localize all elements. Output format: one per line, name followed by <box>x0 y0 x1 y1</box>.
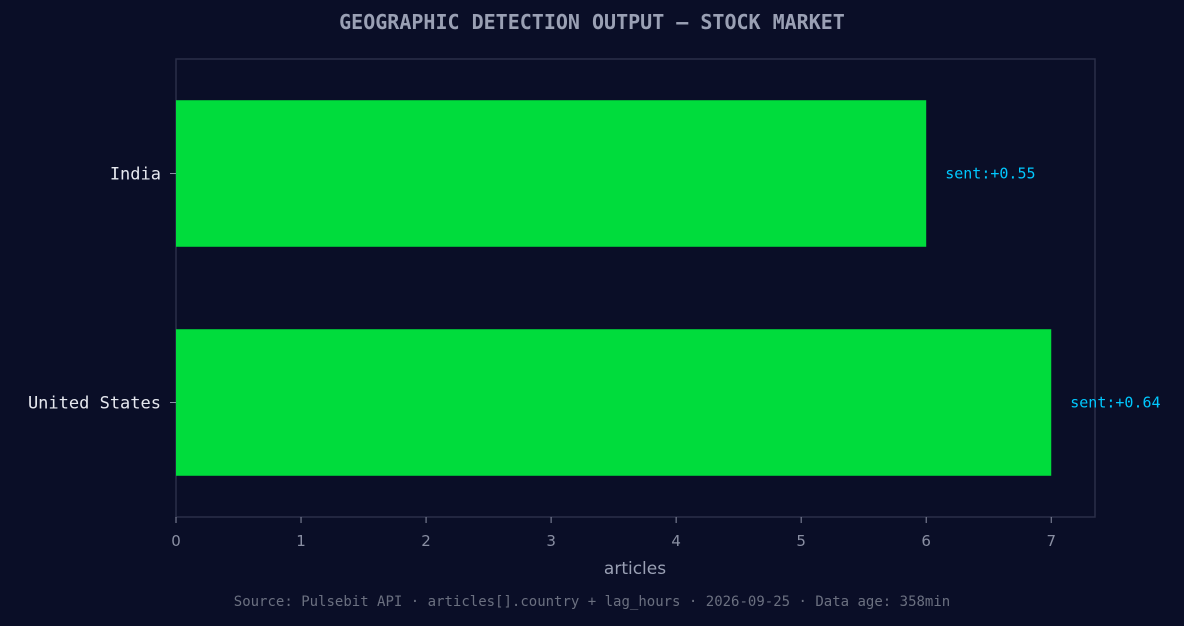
category-label-united-states: United States <box>28 394 161 414</box>
x-tick-label: 1 <box>296 532 306 550</box>
sentiment-label-united-states: sent:+0.64 <box>1070 394 1160 412</box>
category-label-india: India <box>110 165 161 185</box>
sentiment-label-india: sent:+0.55 <box>945 165 1035 183</box>
bar-india <box>176 100 927 247</box>
x-tick-label: 4 <box>671 532 681 550</box>
x-tick-label: 5 <box>796 532 806 550</box>
x-tick-label: 7 <box>1046 532 1056 550</box>
x-tick-label: 6 <box>921 532 931 550</box>
bar-chart: India sent:+0.55 United States sent:+0.64 0… <box>28 58 1161 579</box>
x-axis-label: articles <box>604 559 666 579</box>
source-footer: Source: Pulsebit API · articles[].countr… <box>233 594 951 610</box>
x-tick-label: 0 <box>171 532 181 550</box>
bar-united-states <box>176 329 1052 476</box>
x-tick-label: 2 <box>421 532 431 550</box>
x-tick-label: 3 <box>546 532 556 550</box>
